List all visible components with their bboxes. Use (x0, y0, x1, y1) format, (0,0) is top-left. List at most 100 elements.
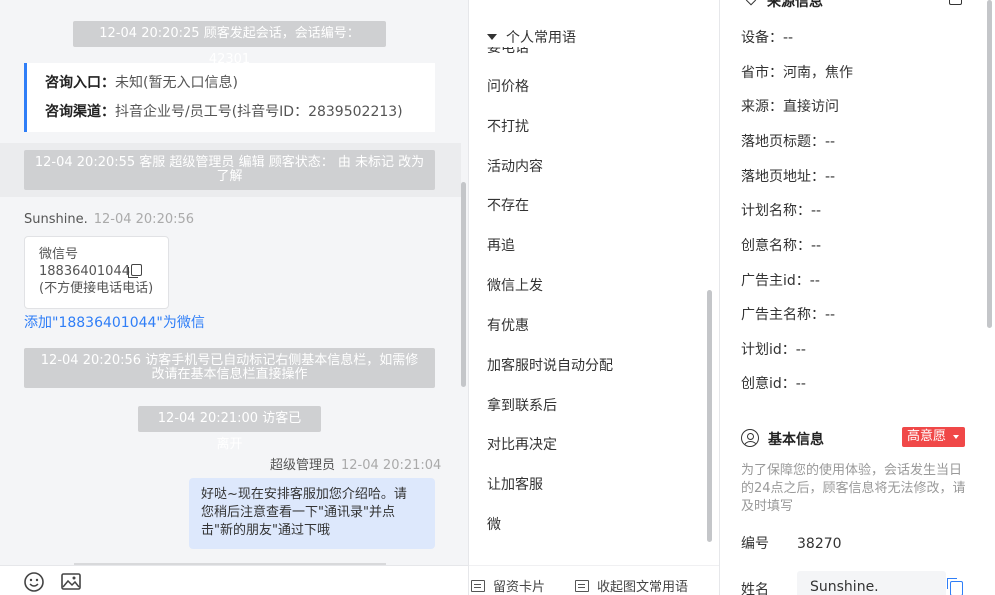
phrase-item[interactable]: 让加客服 (487, 475, 543, 495)
info-row-creative-id: 创意id：-- (741, 373, 806, 393)
inquiry-entry-row: 咨询入口：未知(暂无入口信息) (45, 72, 435, 101)
phrase-item[interactable]: 对比再决定 (487, 435, 557, 455)
info-value: -- (795, 342, 806, 358)
info-value: 直接访问 (783, 99, 839, 115)
phone-marked-line1: 12-04 20:20:56 访客手机号已自动标记右侧基本信息栏，如需修 (40, 353, 419, 368)
name-label: 姓名 (741, 582, 769, 595)
wechat-id-card: 微信号 18836401044 (不方便接电话电话) (24, 236, 169, 309)
inquiry-channel-label: 咨询渠道： (45, 104, 115, 120)
customer-id-value: 38270 (797, 536, 842, 552)
chevron-down-icon (953, 435, 959, 439)
caret-down-icon (487, 34, 497, 40)
inquiry-info-card: 咨询入口：未知(暂无入口信息) 咨询渠道：抖音企业号/员工号(抖音号ID：283… (24, 63, 435, 132)
visitor-message-time: 12-04 20:20:56 (93, 212, 195, 227)
phrase-item[interactable]: 问价格 (487, 77, 529, 97)
collapse-phrases-label: 收起图文常用语 (597, 580, 689, 595)
copy-icon[interactable] (947, 578, 963, 595)
info-label: 来源： (741, 99, 783, 115)
info-value: -- (825, 307, 836, 323)
agent-name: 超级管理员 (270, 458, 336, 473)
agent-message-line3: 击"新的朋友"通过下哦 (201, 523, 330, 538)
info-row-landing-title: 落地页标题：-- (741, 131, 835, 151)
edit-icon[interactable] (949, 0, 962, 5)
info-row-advertiser-id: 广告主id：-- (741, 270, 820, 290)
inquiry-entry-label: 咨询入口： (45, 75, 115, 91)
info-label: 创意id： (741, 376, 796, 392)
common-phrases-panel: 要电话 个人常用语 问价格 不打扰 活动内容 不存在 再追 微信上发 有优惠 加… (468, 0, 720, 595)
lead-card-label: 留资卡片 (493, 580, 546, 595)
add-wechat-link[interactable]: 添加"18836401044"为微信 (24, 312, 205, 332)
copy-icon[interactable] (127, 264, 142, 278)
customer-id-label: 编号 (741, 536, 769, 552)
user-circle-icon (741, 429, 759, 447)
wechat-card-title: 微信号 (39, 247, 79, 262)
phrase-item[interactable]: 有优惠 (487, 316, 529, 336)
lead-card-button[interactable]: 留资卡片 (471, 576, 545, 595)
info-label: 计划名称： (741, 203, 811, 219)
info-value: -- (811, 238, 822, 254)
emoji-icon[interactable] (23, 571, 45, 593)
app-root: 12-04 20:20:25 顾客发起会话，会话编号：42301 咨询入口：未知… (0, 0, 995, 595)
chat-scrollbar[interactable] (461, 182, 466, 387)
info-row-creative-name: 创意名称：-- (741, 235, 821, 255)
phrase-item[interactable]: 微 (487, 515, 501, 535)
agent-message-time: 12-04 20:21:04 (341, 458, 442, 473)
agent-sender-line: 超级管理员 12-04 20:21:04 (270, 454, 441, 473)
inquiry-channel-value: 抖音企业号/员工号(抖音号ID：2839502213) (115, 104, 403, 120)
info-label: 省市： (741, 65, 783, 81)
agent-message-line2: 您稍后注意查看一下"通讯录"并点 (201, 505, 395, 520)
edit-deadline-note: 为了保障您的使用体验，会话发生当日的24点之后，顾客信息将无法修改，请及时填写 (741, 463, 966, 514)
customer-info-panel: 来源信息 设备：-- 省市：河南，焦作 来源：直接访问 落地页标题：-- 落地页… (720, 0, 995, 595)
phrase-item[interactable]: 活动内容 (487, 157, 543, 177)
info-row-plan-name: 计划名称：-- (741, 200, 821, 220)
info-value: -- (825, 134, 836, 150)
info-row-source: 来源：直接访问 (741, 96, 839, 116)
phrases-footer: 留资卡片 收起图文常用语 (469, 565, 719, 595)
info-label: 计划id： (741, 342, 796, 358)
agent-message-bubble: 好哒~现在安排客服加您介绍哈。请 您稍后注意查看一下"通讯录"并点 击"新的朋友… (189, 478, 435, 549)
phrase-item[interactable]: 加客服时说自动分配 (487, 356, 613, 376)
info-label: 落地页地址： (741, 169, 825, 185)
visitor-sender-line: Sunshine. 12-04 20:20:56 (24, 212, 194, 227)
location-pin-icon (742, 0, 760, 6)
phrase-section-title: 个人常用语 (506, 30, 576, 46)
phrase-item[interactable]: 拿到联系后 (487, 396, 557, 416)
wechat-number: 18836401044 (39, 264, 130, 279)
source-info-title: 来源信息 (767, 0, 823, 10)
phrase-section-header[interactable]: 个人常用语 (487, 27, 576, 47)
status-change-line2: 了解 (216, 169, 243, 184)
phrase-item[interactable]: 不存在 (487, 196, 529, 216)
name-field[interactable]: Sunshine. (797, 571, 946, 595)
info-row-province-city: 省市：河南，焦作 (741, 62, 853, 82)
info-row-landing-url: 落地页地址：-- (741, 166, 835, 186)
info-label: 落地页标题： (741, 134, 825, 150)
info-value: -- (811, 203, 822, 219)
info-value: -- (809, 273, 820, 289)
info-label: 广告主名称： (741, 307, 825, 323)
system-message-visitor-left: 12-04 20:21:00 访客已离开 (138, 406, 321, 452)
chat-panel: 12-04 20:20:25 顾客发起会话，会话编号：42301 咨询入口：未知… (0, 0, 468, 595)
system-message-status-change: 12-04 20:20:55 客服 超级管理员 编辑 顾客状态： 由 未标记 改… (24, 150, 435, 190)
chat-input-toolbar (0, 565, 468, 595)
info-label: 创意名称： (741, 238, 811, 254)
agent-message-line1: 好哒~现在安排客服加您介绍哈。请 (201, 487, 407, 502)
card-icon (471, 580, 485, 592)
phrases-scrollbar[interactable] (707, 290, 712, 542)
phrase-item[interactable]: 再追 (487, 236, 515, 256)
inquiry-entry-value: 未知(暂无入口信息) (115, 75, 238, 91)
info-value: -- (825, 169, 836, 185)
image-icon[interactable] (60, 571, 82, 593)
phone-marked-line2: 改请在基本信息栏直接操作 (151, 367, 308, 382)
info-value: -- (795, 376, 806, 392)
basic-info-title: 基本信息 (768, 432, 824, 448)
system-message-session-start: 12-04 20:20:25 顾客发起会话，会话编号：42301 (73, 21, 386, 67)
chat-message-list[interactable]: 12-04 20:20:25 顾客发起会话，会话编号：42301 咨询入口：未知… (0, 0, 468, 565)
collapse-phrases-button[interactable]: 收起图文常用语 (575, 576, 688, 595)
wechat-card-number-row: 18836401044 (39, 263, 168, 280)
intent-level-dropdown[interactable]: 高意愿 (902, 427, 965, 447)
phrase-item[interactable]: 微信上发 (487, 276, 543, 296)
customer-id-row: 编号 38270 (741, 533, 842, 553)
info-scrollbar[interactable] (987, 0, 992, 328)
phrase-item[interactable]: 不打扰 (487, 117, 529, 137)
status-change-line1: 12-04 20:20:55 客服 超级管理员 编辑 顾客状态： 由 未标记 改… (34, 155, 425, 170)
